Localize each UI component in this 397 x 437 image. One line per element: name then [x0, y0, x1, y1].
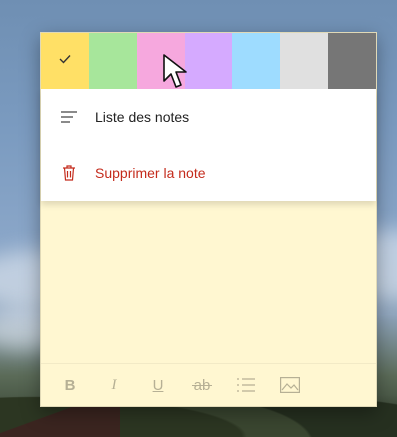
swatch-purple[interactable] — [184, 33, 233, 89]
delete-note-menu-item[interactable]: Supprimer la note — [41, 145, 376, 201]
notes-list-label: Liste des notes — [95, 109, 190, 125]
checkmark-icon — [41, 51, 89, 67]
swatch-charcoal[interactable] — [328, 33, 377, 89]
bullet-list-icon[interactable] — [233, 374, 259, 396]
swatch-green[interactable] — [88, 33, 137, 89]
strike-line — [192, 385, 212, 386]
notes-list-menu-item[interactable]: Liste des notes — [41, 89, 376, 145]
underline-icon[interactable]: U — [145, 374, 171, 396]
image-icon[interactable] — [277, 374, 303, 396]
bold-icon[interactable]: B — [57, 374, 83, 396]
formatting-toolbar: B I U ab — [41, 363, 376, 406]
strikethrough-icon[interactable]: ab — [189, 374, 215, 396]
swatch-yellow[interactable] — [41, 33, 89, 89]
note-text-area[interactable] — [41, 201, 376, 364]
sticky-note-window: Liste des notes Supprimer la note B I U … — [40, 32, 377, 407]
color-swatch-row — [41, 33, 377, 89]
swatch-gray[interactable] — [280, 33, 329, 89]
note-menu: Liste des notes Supprimer la note — [41, 89, 376, 201]
swatch-blue[interactable] — [232, 33, 281, 89]
list-icon — [59, 107, 79, 127]
trash-icon — [59, 163, 79, 183]
swatch-pink[interactable] — [136, 33, 185, 89]
italic-icon[interactable]: I — [101, 374, 127, 396]
delete-note-label: Supprimer la note — [95, 165, 206, 181]
